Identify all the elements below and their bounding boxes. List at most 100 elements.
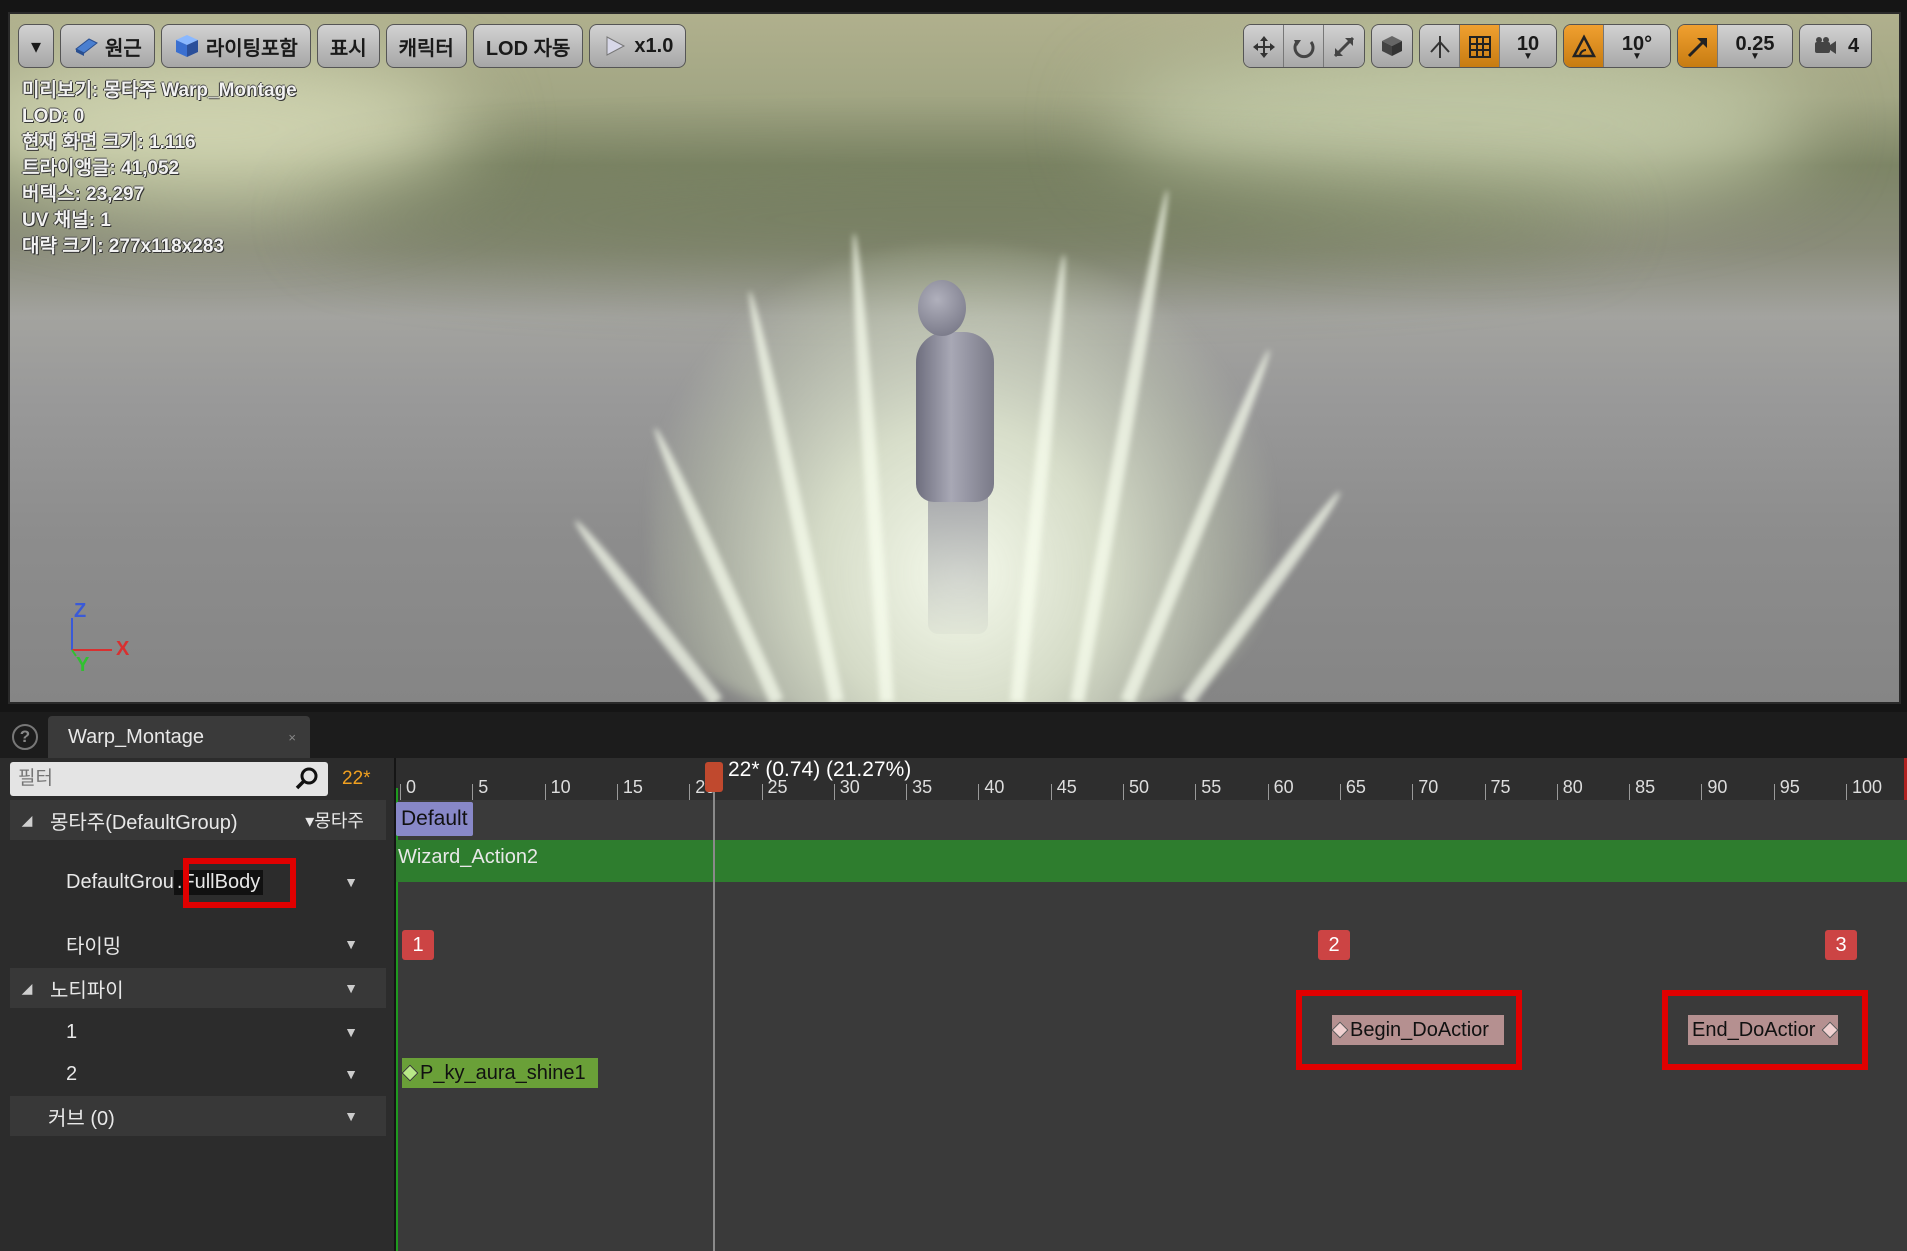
montage-track-header[interactable]: ◢ 몽타주(DefaultGroup) ▾몽타주 bbox=[10, 800, 386, 840]
search-icon[interactable] bbox=[294, 766, 320, 792]
section-marker-2[interactable]: 2 bbox=[1318, 930, 1350, 960]
rotate-icon bbox=[1293, 40, 1314, 59]
playhead-line bbox=[713, 788, 715, 1251]
collapse-triangle-icon[interactable]: ◢ bbox=[16, 812, 38, 829]
perspective-label: 원근 bbox=[105, 37, 142, 60]
ruler-tick-label: 40 bbox=[984, 777, 1005, 797]
ruler-tick-label: 15 bbox=[622, 777, 643, 797]
ruler-tick-label: 45 bbox=[1056, 777, 1077, 797]
speed-label: x1.0 bbox=[634, 34, 674, 57]
ruler-tick-label: 60 bbox=[1273, 777, 1294, 797]
character-label: 캐릭터 bbox=[398, 37, 454, 60]
ruler-tick-label: 90 bbox=[1707, 777, 1728, 797]
section-default[interactable]: Default bbox=[396, 802, 473, 836]
chevron-down-icon: ▼ bbox=[1523, 51, 1533, 62]
chevron-down-icon[interactable]: ▼ bbox=[344, 874, 358, 890]
tab-warp-montage[interactable]: Warp_Montage × bbox=[48, 716, 310, 758]
grid-snap-group: 10 ▼ bbox=[1419, 24, 1557, 68]
notify-particle-aura[interactable]: P_ky_aura_shine1 bbox=[402, 1058, 598, 1088]
viewport-menu-button[interactable]: ▾ bbox=[18, 24, 54, 68]
rotate-button[interactable] bbox=[1284, 25, 1324, 67]
ruler-tick bbox=[1339, 784, 1341, 800]
ruler-tick bbox=[906, 784, 908, 800]
axis-z-label: Z bbox=[74, 600, 87, 622]
notify-track-2-row: 2 ▼ bbox=[10, 1054, 386, 1094]
notifies-label: 노티파이 bbox=[50, 979, 124, 1002]
help-icon[interactable]: ? bbox=[12, 724, 38, 750]
notify-diamond-icon bbox=[402, 1064, 419, 1082]
montage-dropdown[interactable]: ▾몽타주 bbox=[305, 807, 364, 833]
close-icon[interactable]: × bbox=[288, 730, 296, 745]
ruler-tick-label: 85 bbox=[1635, 777, 1656, 797]
scale-snap-toggle[interactable] bbox=[1678, 25, 1718, 67]
ruler-tick bbox=[1701, 784, 1703, 800]
perspective-button[interactable]: 원근 bbox=[60, 24, 155, 68]
rotation-snap-value[interactable]: 10° ▼ bbox=[1604, 25, 1670, 67]
current-frame-label: 22* bbox=[342, 768, 371, 789]
playhead-handle[interactable] bbox=[705, 762, 723, 792]
animation-segment[interactable]: Wizard_Action2 bbox=[396, 840, 1907, 882]
surface-snap-button[interactable] bbox=[1420, 25, 1460, 67]
ruler-tick bbox=[1556, 784, 1558, 800]
ruler-tick-label: 95 bbox=[1779, 777, 1800, 797]
rotation-snap-group: 10° ▼ bbox=[1563, 24, 1671, 68]
notify-track-2-label: 2 bbox=[66, 1062, 78, 1085]
camera-speed-button[interactable]: 4 bbox=[1799, 24, 1873, 68]
ruler-tick bbox=[400, 784, 401, 800]
lighting-mode-button[interactable]: 라이팅포함 bbox=[160, 24, 311, 68]
camera-speed-label: 4 bbox=[1848, 34, 1860, 57]
montage-timeline[interactable]: 0510152025303540455055606570758085909510… bbox=[396, 758, 1907, 1251]
section-marker-3[interactable]: 3 bbox=[1825, 930, 1857, 960]
section-marker-1[interactable]: 1 bbox=[402, 930, 434, 960]
translate-button[interactable] bbox=[1244, 25, 1284, 67]
chevron-down-icon[interactable]: ▼ bbox=[344, 1108, 358, 1124]
curves-label: 커브 (0) bbox=[48, 1107, 115, 1130]
notify-track-1-label: 1 bbox=[66, 1020, 78, 1043]
scale-snap-group: 0.25 ▼ bbox=[1677, 24, 1793, 68]
montage-header-label: 몽타주(DefaultGroup) bbox=[50, 811, 238, 834]
grid-snap-toggle[interactable] bbox=[1460, 25, 1500, 67]
vertices-stat: 버텍스: 23,297 bbox=[22, 184, 145, 205]
chevron-down-icon[interactable]: ▼ bbox=[344, 1024, 358, 1040]
ruler-tick bbox=[1267, 784, 1269, 800]
coordinate-space-button[interactable] bbox=[1371, 24, 1413, 68]
ruler-tick bbox=[761, 784, 763, 800]
character-legs bbox=[928, 484, 988, 634]
chevron-down-icon[interactable]: ▼ bbox=[344, 936, 358, 952]
rotation-snap-toggle[interactable] bbox=[1564, 25, 1604, 67]
filter-input[interactable] bbox=[10, 762, 280, 796]
grid-icon bbox=[1468, 36, 1491, 58]
show-label: 표시 bbox=[329, 37, 367, 60]
ruler-tick bbox=[1050, 784, 1052, 800]
chevron-down-icon[interactable]: ▼ bbox=[344, 1066, 358, 1082]
grid-snap-value[interactable]: 10 ▼ bbox=[1500, 25, 1556, 67]
collapse-triangle-icon[interactable]: ◢ bbox=[16, 980, 38, 997]
curves-track-header[interactable]: 커브 (0) ▼ bbox=[10, 1096, 386, 1136]
ruler-tick bbox=[978, 784, 980, 800]
time-ruler[interactable]: 0510152025303540455055606570758085909510… bbox=[396, 758, 1907, 800]
transform-mode-group bbox=[1243, 24, 1365, 68]
ruler-tick-label: 65 bbox=[1345, 777, 1366, 797]
track-filter bbox=[10, 762, 328, 796]
show-button[interactable]: 표시 bbox=[316, 24, 380, 68]
playback-speed-button[interactable]: x1.0 bbox=[589, 24, 687, 68]
viewport-stats: 미리보기: 몽타주 Warp_Montage LOD: 0 현재 화면 크기: … bbox=[22, 78, 297, 260]
lod-stat: LOD: 0 bbox=[22, 106, 85, 127]
notify-track-1-row: 1 ▼ bbox=[10, 1012, 386, 1052]
ruler-tick bbox=[1629, 784, 1631, 800]
ruler-tick-label: 80 bbox=[1562, 777, 1583, 797]
chevron-down-icon[interactable]: ▼ bbox=[344, 980, 358, 996]
timing-label: 타이밍 bbox=[66, 935, 122, 958]
ruler-tick bbox=[833, 784, 835, 800]
notify-particle-label: P_ky_aura_shine1 bbox=[420, 1062, 586, 1084]
chevron-down-icon: ▾ bbox=[30, 35, 42, 58]
character-button[interactable]: 캐릭터 bbox=[385, 24, 467, 68]
preview-viewport[interactable]: ▾ 원근 라이팅포함 표시 캐릭터 LOD 자동 x1.0 10 ▼ 10° ▼… bbox=[8, 12, 1901, 704]
scale-button[interactable] bbox=[1324, 25, 1364, 67]
lod-label: LOD 자동 bbox=[485, 37, 571, 60]
notifies-track-header[interactable]: ◢ 노티파이 ▼ bbox=[10, 968, 386, 1008]
ruler-tick-label: 35 bbox=[912, 777, 933, 797]
lod-button[interactable]: LOD 자동 bbox=[472, 24, 584, 68]
ruler-tick bbox=[616, 784, 618, 800]
scale-snap-value[interactable]: 0.25 ▼ bbox=[1718, 25, 1792, 67]
